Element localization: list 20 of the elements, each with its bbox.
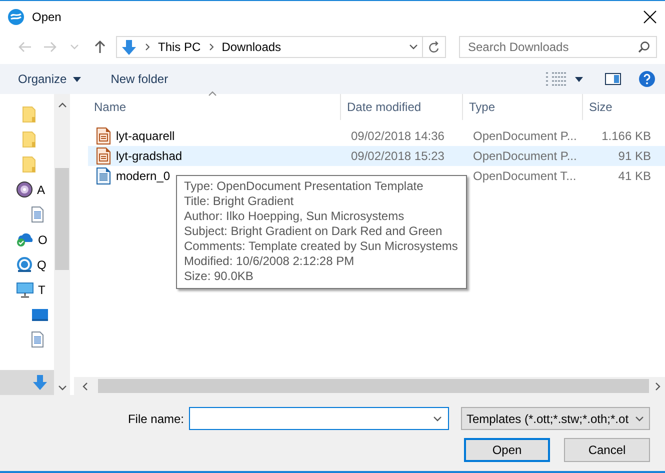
file-type: OpenDocument P...: [473, 129, 577, 143]
file-size: 41 KB: [618, 169, 651, 183]
date-modified: 09/02/2018 15:23: [351, 149, 444, 163]
file-size: 1.166 KB: [602, 129, 651, 143]
date-modified: 09/02/2018 14:36: [351, 129, 444, 143]
file-name: lyt-gradshad: [116, 149, 182, 163]
file-name: modern_0: [116, 169, 170, 183]
tooltip-line: Size: 90.0KB: [184, 269, 254, 284]
tooltip-line: Modified: 10/6/2008 2:12:28 PM: [184, 254, 356, 269]
file-size: 91 KB: [618, 149, 651, 163]
tooltip-line: Type: OpenDocument Presentation Template: [184, 179, 424, 194]
tooltip-line: Comments: Template created by Sun Microsystems: [184, 239, 458, 254]
file-type: OpenDocument P...: [473, 149, 577, 163]
window-title: Open: [32, 10, 62, 24]
tooltip-line: Subject: Bright Gradient on Dark Red and Green: [184, 224, 444, 239]
file-name-label: File name:: [128, 412, 184, 426]
tooltip-line: Author: Ilko Hoepping, Sun Microsystems: [184, 209, 406, 224]
file-name: lyt-aquarell: [116, 129, 175, 143]
file-type: OpenDocument T...: [473, 169, 576, 183]
tooltip-line: Title: Bright Gradient: [184, 194, 295, 209]
